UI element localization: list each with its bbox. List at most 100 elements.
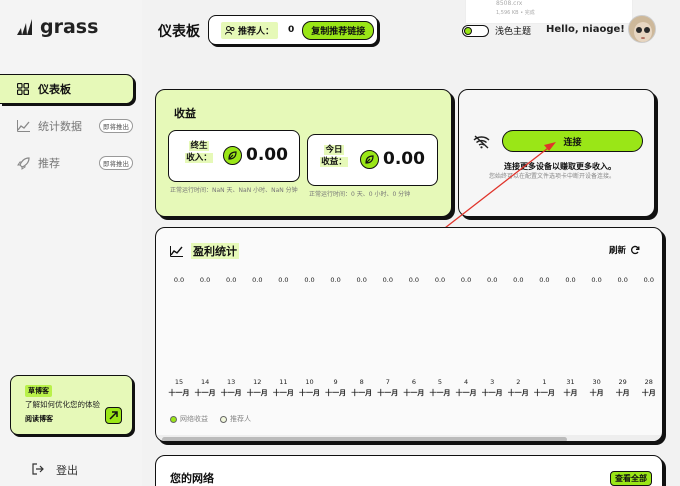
x-tick-day: 29 xyxy=(618,378,627,386)
x-tick-month: 十一月 xyxy=(220,389,242,397)
legend-dot-network xyxy=(170,415,177,423)
x-tick-day: 7 xyxy=(385,378,390,386)
x-tick-month: 十一月 xyxy=(455,389,477,397)
blog-tag: 草博客 xyxy=(25,385,52,397)
x-tick-day: 9 xyxy=(333,378,338,386)
x-tick-month: 十一月 xyxy=(299,389,320,397)
bar-value-label: 0.0 xyxy=(460,276,472,284)
logout-button[interactable]: 登出 xyxy=(32,462,78,478)
logout-label: 登出 xyxy=(56,464,78,477)
sidebar-item-label: 仪表板 xyxy=(38,83,71,96)
download-popover: 8508.crx 1,596 KB • 完成 xyxy=(465,0,633,24)
sidebar-item-referral[interactable]: 推荐 即将推出 xyxy=(0,148,142,178)
legend-referral[interactable]: 推荐人 xyxy=(220,414,251,424)
x-tick-day: 2 xyxy=(516,378,521,386)
download-status: 1,596 KB • 完成 xyxy=(496,10,535,16)
x-tick-day: 28 xyxy=(644,378,653,386)
logout-icon xyxy=(32,462,44,478)
blog-link[interactable]: 阅读博客 xyxy=(25,414,53,424)
rocket-icon xyxy=(16,156,30,170)
earnings-title: 收益 xyxy=(174,107,196,120)
referral-box: 推荐人： 0 复制推荐链接 xyxy=(208,15,378,45)
legend-network[interactable]: 网络收益 xyxy=(170,414,208,424)
coming-soon-badge: 即将推出 xyxy=(99,119,133,133)
referrer-count: 0 xyxy=(288,25,295,35)
bar-value-label: 0.0 xyxy=(173,276,185,284)
view-all-button[interactable]: 查看全部 xyxy=(610,471,652,486)
referrer-label: 推荐人： xyxy=(221,21,279,39)
earnings-card: 收益 终生 收入： 0.00 正常运行时间：NaN 天、NaN 小时、NaN 分… xyxy=(155,89,452,217)
total-earnings-label: 终生 收入： xyxy=(185,141,213,163)
connect-button[interactable]: 连接 xyxy=(502,130,643,152)
total-earnings-box: 终生 收入： 0.00 xyxy=(168,130,300,182)
sidebar-item-dashboard[interactable]: 仪表板 xyxy=(0,74,134,104)
blog-card[interactable]: 草博客 了解如何优化您的体验 阅读博客 xyxy=(10,375,133,435)
toggle-knob xyxy=(464,26,472,35)
x-tick-day: 6 xyxy=(411,378,416,386)
x-tick-day: 3 xyxy=(490,378,495,386)
logo[interactable]: grass xyxy=(16,16,98,38)
copy-referral-link-button[interactable]: 复制推荐链接 xyxy=(302,20,375,40)
sidebar-nav: 仪表板 统计数据 即将推出 推荐 即将推出 xyxy=(0,74,142,185)
today-earnings-label: 今日 收益： xyxy=(320,145,348,167)
sidebar-item-label: 推荐 xyxy=(38,157,60,170)
bar-value-label: 0.0 xyxy=(408,276,420,284)
scrollbar-thumb[interactable] xyxy=(162,437,567,441)
today-uptime-caption: 正常运行时间：0 天、0 小时、0 分钟 xyxy=(309,191,411,198)
bar-value-label: 0.0 xyxy=(513,276,524,284)
x-tick-month: 十一月 xyxy=(507,389,529,397)
x-tick-month: 十一月 xyxy=(325,389,347,397)
legend-dot-referral xyxy=(220,415,227,423)
x-tick-day: 15 xyxy=(174,378,184,386)
x-tick-month: 十一月 xyxy=(429,389,451,397)
bar-value-label: 0.0 xyxy=(591,276,602,284)
x-tick-month: 十一月 xyxy=(351,389,373,397)
x-tick-month: 十一月 xyxy=(272,389,294,397)
bar-value-label: 0.0 xyxy=(304,276,315,284)
x-tick-month: 十月 xyxy=(589,389,604,397)
x-tick-day: 30 xyxy=(592,378,601,386)
theme-toggle-wrap: 浅色主题 xyxy=(462,24,531,37)
users-icon xyxy=(225,25,235,35)
bar-value-label: 0.0 xyxy=(278,276,289,284)
bar-value-label: 0.0 xyxy=(434,276,446,284)
bar-value-label: 0.0 xyxy=(226,276,237,284)
bar-value-label: 0.0 xyxy=(643,276,654,284)
connection-card: 连接 连接更多设备以赚取更多收入。 您始终可以在配置文件选项卡中断开设备连接。 xyxy=(458,89,655,217)
bar-value-label: 0.0 xyxy=(617,276,628,284)
x-tick-month: 十一月 xyxy=(377,389,399,397)
bar-value-label: 0.0 xyxy=(487,276,498,284)
x-tick-day: 31 xyxy=(566,378,575,386)
network-card: 您的网络 查看全部 xyxy=(155,455,663,486)
bar-value-label: 0.0 xyxy=(539,276,550,284)
connect-subhint: 您始终可以在配置文件选项卡中断开设备连接。 xyxy=(489,173,616,180)
chart-scrollbar[interactable] xyxy=(156,435,662,441)
avatar[interactable] xyxy=(628,15,656,43)
total-uptime-caption: 正常运行时间：NaN 天、NaN 小时、NaN 分钟 xyxy=(170,187,298,194)
earnings-chart: 0.0 15 十一月 0.0 14 十一月 0.0 13 十一月 0.0 12 十一月 0.0 11 十一月… xyxy=(156,228,662,408)
theme-toggle[interactable] xyxy=(462,24,489,37)
today-earnings-box: 今日 收益： 0.00 xyxy=(307,134,438,186)
sidebar-item-stats[interactable]: 统计数据 即将推出 xyxy=(0,111,142,141)
sidebar-item-label: 统计数据 xyxy=(38,120,82,133)
x-tick-day: 11 xyxy=(279,378,288,386)
network-title: 您的网络 xyxy=(170,472,214,485)
bar-value-label: 0.0 xyxy=(382,276,393,284)
total-earnings-value: 0.00 xyxy=(246,145,288,165)
blog-text: 了解如何优化您的体验 xyxy=(25,400,100,409)
x-tick-day: 12 xyxy=(253,378,262,386)
arrow-up-right-icon[interactable] xyxy=(105,407,122,424)
x-tick-day: 5 xyxy=(437,378,443,386)
page-title: 仪表板 xyxy=(158,24,200,40)
today-earnings-value: 0.00 xyxy=(383,149,425,169)
x-tick-month: 十一月 xyxy=(168,389,190,397)
x-tick-day: 10 xyxy=(305,378,314,386)
x-tick-month: 十一月 xyxy=(533,389,555,397)
bar-value-label: 0.0 xyxy=(330,276,341,284)
bar-value-label: 0.0 xyxy=(199,276,211,284)
theme-label: 浅色主题 xyxy=(495,27,532,37)
bar-value-label: 0.0 xyxy=(252,276,263,284)
leaf-icon xyxy=(223,146,242,165)
wifi-off-icon xyxy=(473,134,490,153)
coming-soon-badge: 即将推出 xyxy=(99,156,133,170)
